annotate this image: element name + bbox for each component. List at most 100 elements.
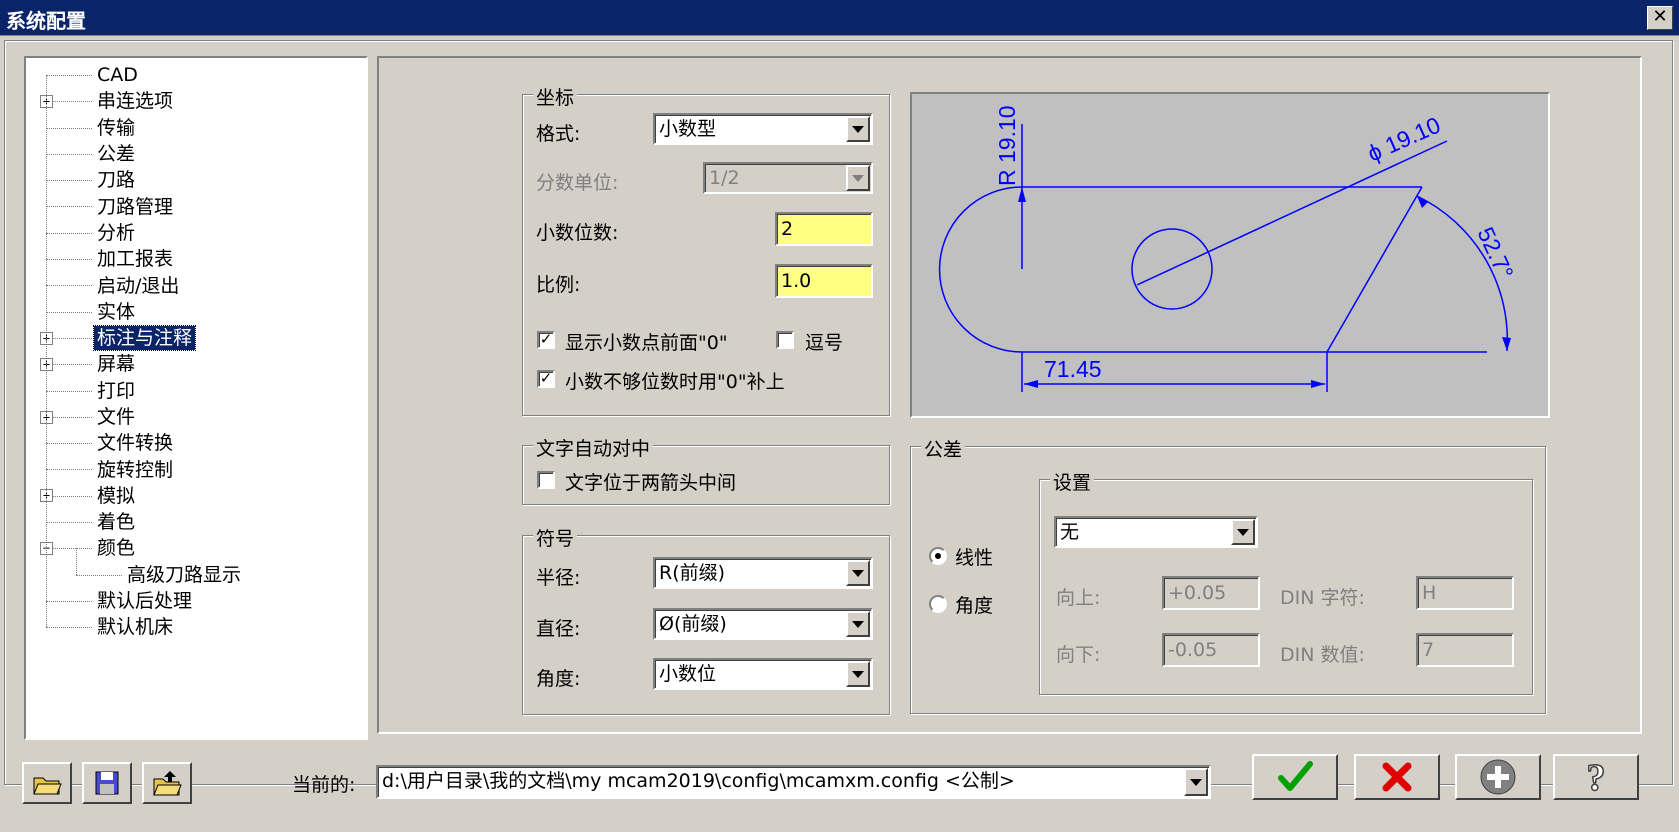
- cancel-button[interactable]: [1354, 754, 1440, 800]
- tree-item-label: 刀路管理: [97, 195, 174, 218]
- chevron-down-icon[interactable]: [846, 611, 870, 637]
- coords-group: 坐标 格式: 小数型 分数单位: 1/2 小数位数: 2 比例: 1.0 ✓ 显…: [522, 83, 890, 416]
- scale-label: 比例:: [536, 274, 581, 296]
- chevron-down-icon[interactable]: [1184, 768, 1208, 796]
- tree-item[interactable]: 默认后处理: [26, 588, 366, 614]
- diameter-symbol-select[interactable]: Ø(前缀): [653, 608, 873, 640]
- text-center-legend: 文字自动对中: [533, 434, 654, 461]
- linear-radio[interactable]: [929, 547, 947, 565]
- chevron-down-icon[interactable]: [1231, 519, 1255, 545]
- tree-item-label: 加工报表: [97, 248, 174, 271]
- tree-connector: [46, 443, 92, 445]
- tree-item[interactable]: 着色: [26, 509, 366, 535]
- tree-item[interactable]: CAD: [26, 62, 366, 88]
- angular-radio[interactable]: [929, 595, 947, 613]
- tree-item-label: 串连选项: [97, 90, 174, 113]
- din-num-input[interactable]: 7: [1416, 633, 1514, 667]
- tree-connector: [46, 285, 92, 287]
- merge-config-button[interactable]: [142, 762, 192, 804]
- tree-guide-line: [76, 548, 77, 575]
- svg-text:?: ?: [1587, 758, 1606, 796]
- angle-symbol-select[interactable]: 小数位: [653, 658, 873, 690]
- fraction-select[interactable]: 1/2: [703, 162, 873, 194]
- angular-label: 角度: [955, 595, 994, 617]
- comma-checkbox[interactable]: [776, 331, 794, 349]
- radius-dimension-text: R 19.10: [994, 105, 1020, 186]
- tree-item[interactable]: 打印: [26, 378, 366, 404]
- tree-connector: [46, 627, 92, 629]
- chevron-down-icon[interactable]: [846, 165, 870, 191]
- angle-symbol-label: 角度:: [536, 668, 581, 690]
- preview-drawing: R 19.10 ϕ 19.10 52.7° 71.45: [938, 105, 1519, 392]
- open-config-button[interactable]: [22, 762, 72, 804]
- save-disk-icon: [95, 771, 119, 795]
- din-char-label: DIN 字符:: [1280, 587, 1365, 609]
- text-center-checkbox[interactable]: [537, 471, 555, 489]
- tree-item[interactable]: 默认机床: [26, 614, 366, 640]
- tree-item-label: CAD: [97, 64, 138, 87]
- decimals-input[interactable]: 2: [775, 212, 873, 246]
- upper-input[interactable]: +0.05: [1162, 576, 1260, 610]
- tree-item[interactable]: 刀路管理: [26, 193, 366, 219]
- linear-label: 线性: [955, 547, 994, 569]
- ok-button[interactable]: [1252, 754, 1338, 800]
- tree-item[interactable]: 启动/退出: [26, 272, 366, 298]
- tolerance-legend: 公差: [921, 435, 966, 462]
- tree-connector: [46, 600, 92, 602]
- trailing-zero-label: 小数不够位数时用"0"补上: [565, 371, 785, 393]
- tree-connector: [76, 574, 122, 576]
- trailing-zero-checkbox[interactable]: ✓: [537, 370, 555, 388]
- tolerance-settings-group: 设置 无 向上: +0.05 DIN 字符: H 向下: -0.05 DIN 数…: [1039, 468, 1533, 695]
- tree-item[interactable]: 高级刀路显示: [26, 562, 366, 588]
- chevron-down-icon[interactable]: [846, 116, 870, 142]
- category-tree[interactable]: CAD + 串连选项 传输 公差 刀路刀路管理 分析 加工报表启动/退出 实体 + 标注与注释 + 屏幕…: [24, 56, 368, 740]
- lower-input[interactable]: -0.05: [1162, 633, 1260, 667]
- radius-symbol-select[interactable]: R(前缀): [653, 557, 873, 589]
- tree-item[interactable]: 公差: [26, 141, 366, 167]
- tree-item[interactable]: + 文件: [26, 404, 366, 430]
- scale-input[interactable]: 1.0: [775, 264, 873, 298]
- coords-legend: 坐标: [533, 83, 578, 110]
- decimals-label: 小数位数:: [536, 222, 619, 244]
- lower-label: 向下:: [1056, 644, 1101, 666]
- format-select[interactable]: 小数型: [653, 113, 873, 145]
- save-config-button[interactable]: [82, 762, 132, 804]
- current-config-select[interactable]: d:\用户目录\我的文档\my mcam2019\config\mcamxm.c…: [376, 765, 1211, 799]
- upper-label: 向上:: [1056, 587, 1101, 609]
- tree-item[interactable]: 分析: [26, 220, 366, 246]
- chevron-down-icon[interactable]: [846, 661, 870, 687]
- tolerance-type-select[interactable]: 无: [1054, 516, 1258, 548]
- help-button[interactable]: ?: [1553, 754, 1639, 800]
- tree-item[interactable]: + 串连选项: [26, 88, 366, 114]
- tree-item-label: 默认机床: [97, 616, 174, 639]
- tree-list: CAD + 串连选项 传输 公差 刀路刀路管理 分析 加工报表启动/退出 实体 + 标注与注释 + 屏幕…: [26, 62, 366, 641]
- current-config-label: 当前的:: [292, 774, 356, 796]
- close-button[interactable]: ✕: [1647, 6, 1673, 30]
- tree-item[interactable]: 文件转换: [26, 430, 366, 456]
- text-center-label: 文字位于两箭头中间: [565, 472, 737, 494]
- tree-item[interactable]: 传输: [26, 115, 366, 141]
- tree-item-label: 启动/退出: [97, 274, 180, 297]
- tree-item-label: 模拟: [97, 484, 136, 507]
- tree-item[interactable]: + 屏幕: [26, 351, 366, 377]
- text-center-group: 文字自动对中 文字位于两箭头中间: [522, 434, 890, 505]
- tree-item[interactable]: 刀路: [26, 167, 366, 193]
- comma-label: 逗号: [805, 332, 844, 354]
- leading-zero-checkbox[interactable]: ✓: [537, 331, 555, 349]
- din-num-label: DIN 数值:: [1280, 644, 1365, 666]
- tree-item[interactable]: + 标注与注释: [26, 325, 366, 352]
- tree-item[interactable]: 实体: [26, 299, 366, 325]
- tree-item-label: 传输: [97, 116, 136, 139]
- dimension-preview: R 19.10 ϕ 19.10 52.7° 71.45: [910, 92, 1550, 418]
- title-bar: 系统配置 ✕: [0, 0, 1679, 36]
- tree-item-label: 着色: [97, 511, 136, 534]
- add-button[interactable]: [1455, 754, 1541, 800]
- tree-item[interactable]: + 模拟: [26, 483, 366, 509]
- tree-item-label: 刀路: [97, 169, 136, 192]
- tree-item[interactable]: − 颜色: [26, 535, 366, 561]
- din-char-input[interactable]: H: [1416, 576, 1514, 610]
- tree-item-label: 颜色: [97, 537, 136, 560]
- tree-item[interactable]: 旋转控制: [26, 456, 366, 482]
- tree-item[interactable]: 加工报表: [26, 246, 366, 272]
- chevron-down-icon[interactable]: [846, 560, 870, 586]
